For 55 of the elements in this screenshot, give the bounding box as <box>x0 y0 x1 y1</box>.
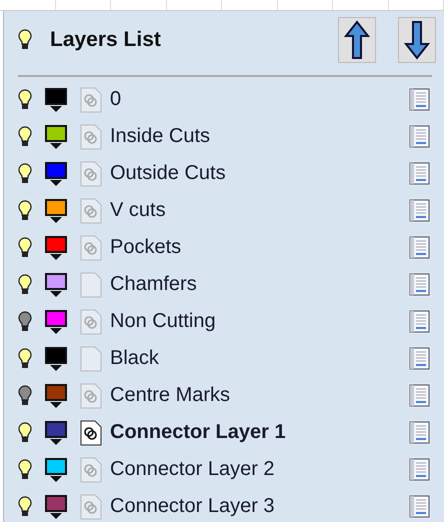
move-up-button[interactable] <box>338 17 376 63</box>
layer-name[interactable]: Inside Cuts <box>110 125 409 148</box>
properties-icon[interactable] <box>409 88 430 111</box>
bulb-icon[interactable] <box>18 88 32 110</box>
bulb-icon[interactable] <box>18 126 32 148</box>
color-swatch[interactable] <box>45 162 67 186</box>
properties-icon[interactable] <box>409 495 430 518</box>
layer-name[interactable]: Centre Marks <box>110 384 409 407</box>
properties-icon[interactable] <box>409 236 430 259</box>
properties-icon[interactable] <box>409 162 430 185</box>
color-swatch[interactable] <box>45 458 67 482</box>
properties-icon[interactable] <box>409 347 430 370</box>
bulb-icon[interactable] <box>18 422 32 444</box>
bulb-icon[interactable] <box>18 274 32 296</box>
color-swatch[interactable] <box>45 494 67 518</box>
color-swatch[interactable] <box>45 346 67 370</box>
color-swatch[interactable] <box>45 198 67 222</box>
layer-name[interactable]: Connector Layer 3 <box>110 495 409 518</box>
layer-name[interactable]: Black <box>110 347 409 370</box>
layer-name[interactable]: Pockets <box>110 236 409 259</box>
properties-icon[interactable] <box>409 310 430 333</box>
bulb-icon[interactable] <box>18 384 32 406</box>
up-arrow-icon <box>344 20 370 60</box>
color-swatch[interactable] <box>45 236 67 260</box>
color-swatch[interactable] <box>45 124 67 148</box>
color-swatch[interactable] <box>45 420 67 444</box>
color-swatch[interactable] <box>45 272 67 296</box>
linked-page-icon[interactable] <box>80 420 102 446</box>
bulb-icon[interactable] <box>18 348 32 370</box>
layer-name[interactable]: V cuts <box>110 199 409 222</box>
properties-icon[interactable] <box>409 458 430 481</box>
bulb-icon[interactable] <box>18 458 32 480</box>
layer-name[interactable]: Chamfers <box>110 273 409 296</box>
down-arrow-icon <box>404 20 430 60</box>
layer-name[interactable]: Connector Layer 2 <box>110 458 409 481</box>
bulb-icon[interactable] <box>18 236 32 258</box>
move-down-button[interactable] <box>398 17 436 63</box>
properties-icon[interactable] <box>409 384 430 407</box>
properties-icon[interactable] <box>409 421 430 444</box>
bulb-icon[interactable] <box>18 310 32 332</box>
bulb-icon[interactable] <box>18 200 32 222</box>
bulb-icon[interactable] <box>18 162 32 184</box>
properties-icon[interactable] <box>409 125 430 148</box>
color-swatch[interactable] <box>45 384 67 408</box>
color-swatch[interactable] <box>45 88 67 112</box>
properties-icon[interactable] <box>409 273 430 296</box>
bulb-icon[interactable] <box>18 496 32 518</box>
panel-title: Layers List <box>50 28 162 52</box>
layer-name[interactable]: Non Cutting <box>110 310 409 333</box>
layer-name[interactable]: Outside Cuts <box>110 162 409 185</box>
properties-icon[interactable] <box>409 199 430 222</box>
bulb-icon[interactable] <box>18 29 32 51</box>
layer-name[interactable]: Connector Layer 1 <box>110 421 409 444</box>
color-swatch[interactable] <box>45 310 67 334</box>
layer-name[interactable]: 0 <box>110 88 409 111</box>
